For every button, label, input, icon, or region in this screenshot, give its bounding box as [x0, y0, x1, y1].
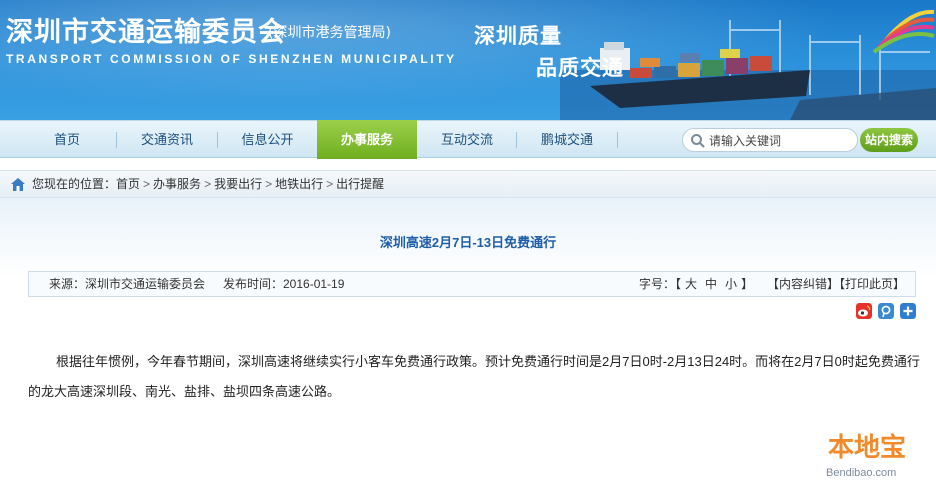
- breadcrumb-prefix: 您现在的位置：: [32, 177, 117, 191]
- watermark-cn: 本地宝: [828, 432, 906, 463]
- nav-traffic-news[interactable]: 交通资讯: [117, 121, 217, 158]
- site-title-english: TRANSPORT COMMISSION OF SHENZHEN MUNICIP…: [6, 52, 457, 66]
- font-size-medium[interactable]: 中: [705, 277, 717, 291]
- font-size-controls: 字号：【大中小】: [639, 272, 753, 296]
- nav-services[interactable]: 办事服务: [317, 120, 417, 159]
- article-date: 发布时间：2016-01-19: [223, 277, 345, 291]
- slogan-line-1: 深圳质量: [474, 24, 562, 48]
- nav-interaction[interactable]: 互动交流: [418, 121, 516, 158]
- font-size-label: 字号：【: [639, 277, 682, 291]
- watermark-en: Bendibao.com: [826, 467, 896, 479]
- breadcrumb-metro[interactable]: 地铁出行: [275, 177, 323, 191]
- tencent-icon[interactable]: [878, 303, 894, 319]
- site-subtitle: (深圳市港务管理局): [268, 25, 391, 41]
- breadcrumb-travel-alert[interactable]: 出行提醒: [336, 177, 384, 191]
- home-icon: [11, 178, 25, 191]
- search-button[interactable]: 站内搜索: [860, 128, 918, 152]
- breadcrumb: 您现在的位置：首页 > 办事服务 > 我要出行 > 地铁出行 > 出行提醒: [0, 170, 936, 198]
- slogan-line-2: 品质交通: [536, 56, 624, 80]
- font-size-small[interactable]: 小: [725, 277, 737, 291]
- article-body: 根据往年惯例，今年春节期间，深圳高速将继续实行小客车免费通行政策。预计免费通行时…: [28, 354, 920, 399]
- font-size-large[interactable]: 大: [685, 277, 697, 291]
- bendibao-watermark: 本地宝 Bendibao.com: [820, 420, 936, 482]
- nav-pengcheng-traffic[interactable]: 鹏城交通: [517, 121, 617, 158]
- breadcrumb-separator: >: [326, 177, 334, 191]
- breadcrumb-home[interactable]: 首页: [116, 177, 140, 191]
- report-error-link[interactable]: 【内容纠错】: [767, 277, 839, 291]
- breadcrumb-separator: >: [204, 177, 212, 191]
- breadcrumb-services[interactable]: 办事服务: [153, 177, 201, 191]
- article-source: 来源：深圳市交通运输委员会: [49, 277, 206, 291]
- main-nav: 首页 交通资讯 信息公开 办事服务 互动交流 鹏城交通 站内搜索: [0, 120, 936, 159]
- weibo-icon[interactable]: [856, 303, 872, 319]
- article-title: 深圳高速2月7日-13日免费通行: [379, 235, 557, 250]
- search-icon: [691, 134, 705, 148]
- nav-divider: [617, 132, 618, 148]
- site-banner: 深圳市交通运输委员会 (深圳市港务管理局) TRANSPORT COMMISSI…: [0, 0, 936, 120]
- site-title: 深圳市交通运输委员会: [6, 17, 286, 48]
- print-page-link[interactable]: 【打印此页】: [839, 277, 905, 291]
- search-input[interactable]: [709, 132, 853, 149]
- font-size-close: 】: [741, 277, 754, 291]
- bendibao-logo: 本地宝 Bendibao.com: [824, 432, 932, 479]
- nav-info-disclosure[interactable]: 信息公开: [218, 121, 317, 158]
- breadcrumb-separator: >: [265, 177, 273, 191]
- rainbow-logo-icon: [872, 9, 935, 54]
- breadcrumb-separator: >: [143, 177, 151, 191]
- breadcrumb-trail: 您现在的位置：首页 > 办事服务 > 我要出行 > 地铁出行 > 出行提醒: [32, 171, 384, 197]
- breadcrumb-travel[interactable]: 我要出行: [214, 177, 262, 191]
- article-meta-bar: 来源：深圳市交通运输委员会 发布时间：2016-01-19 字号：【大中小】 【…: [28, 271, 916, 297]
- more-share-icon[interactable]: [900, 303, 916, 319]
- shenzhen-logo: [786, 0, 936, 60]
- nav-home[interactable]: 首页: [18, 121, 116, 158]
- article-actions: 【内容纠错】【打印此页】: [767, 272, 905, 296]
- search-box: [682, 128, 858, 152]
